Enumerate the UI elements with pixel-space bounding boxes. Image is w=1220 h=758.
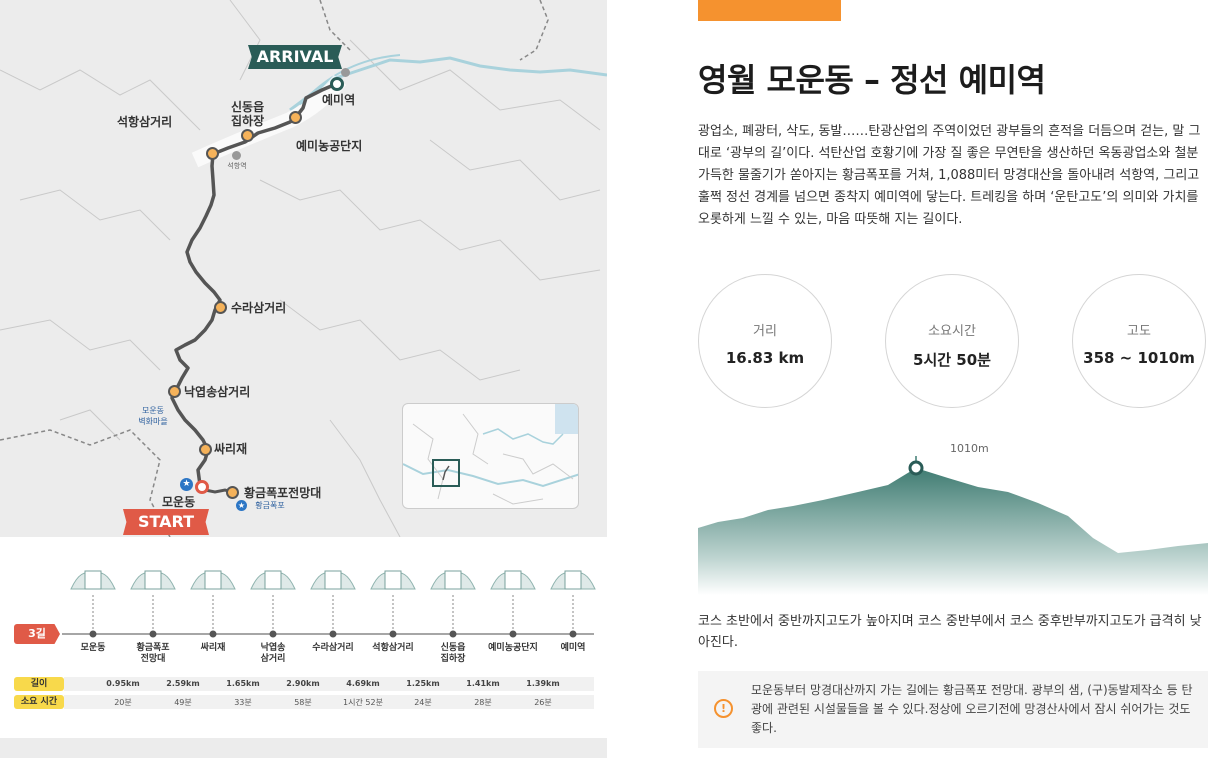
segment-time: 26분	[534, 698, 552, 707]
fall-label: 황금폭포	[255, 501, 285, 510]
waypoint-label-ssari: 싸리재	[214, 442, 248, 456]
waypoint-marker-sura[interactable]	[214, 301, 227, 314]
timeline-stop-dot	[269, 630, 277, 638]
waypoint-marker-seokhang[interactable]	[206, 147, 219, 160]
waypoint-marker-yemi[interactable]	[330, 77, 344, 91]
tip-text: 모운동부터 망경대산까지 가는 길에는 황금폭포 전망대. 광부의 샘, (구)…	[751, 683, 1193, 735]
station-icon	[232, 151, 241, 160]
timeline-stop-dot	[329, 630, 337, 638]
tip-box: ! 모운동부터 망경대산까지 가는 길에는 황금폭포 전망대. 광부의 샘, (…	[698, 671, 1208, 748]
stat-distance: 거리 16.83 km	[698, 274, 832, 408]
segment-distance: 1.39km	[526, 679, 560, 688]
elevation-chart	[698, 456, 1208, 595]
time-tag: 소요 시간	[14, 695, 64, 709]
segment-distance: 1.41km	[466, 679, 500, 688]
segment-time: 49분	[174, 698, 192, 707]
segment-distance: 1.65km	[226, 679, 260, 688]
waypoint-marker-moun[interactable]	[195, 480, 209, 494]
segment-time: 58분	[294, 698, 312, 707]
elevation-profile: 1010m	[698, 440, 1208, 595]
landmark-icon	[190, 570, 236, 590]
landmark-icon	[490, 570, 536, 590]
segment-distance: 2.90km	[286, 679, 320, 688]
waypoint-label-nakyeop: 낙엽송삼거리	[184, 385, 251, 399]
landmark-icon	[430, 570, 476, 590]
right-panel: 영월 모운동 – 정선 예미역 광업소, 폐광터, 삭도, 동발……탄광산업의 …	[643, 0, 1220, 758]
info-icon: !	[714, 699, 733, 718]
timeline-stop-dot	[449, 630, 457, 638]
left-panel: ★ ★ 예미역 예미농공단지 신동읍 집하장 석항삼거리 수라삼거리 낙엽송삼거…	[0, 0, 607, 758]
route-description: 광업소, 폐광터, 삭도, 동발……탄광산업의 주역이었던 광부들의 흔적을 더…	[698, 124, 1201, 227]
waypoint-marker-sindong[interactable]	[241, 129, 254, 142]
timeline-stop-label: 황금폭포 전망대	[136, 643, 170, 664]
segment-time: 33분	[234, 698, 252, 707]
waypoint-label-farm: 예미농공단지	[296, 139, 363, 153]
segment-distance: 2.59km	[166, 679, 200, 688]
timeline-stop-dot	[209, 630, 217, 638]
stat-distance-value: 16.83 km	[725, 349, 805, 367]
landmark-icon	[130, 570, 176, 590]
stat-altitude-label: 고도	[1127, 324, 1151, 339]
timeline-stop-dot	[509, 630, 517, 638]
star-icon: ★	[180, 478, 193, 491]
stat-duration-value: 5시간 50분	[913, 351, 991, 369]
stat-duration-label: 소요시간	[928, 324, 976, 339]
stat-altitude-value: 358 ~ 1010m	[1083, 349, 1195, 367]
segment-time: 20분	[114, 698, 132, 707]
inset-map[interactable]	[402, 403, 579, 509]
waypoint-label-yemi: 예미역	[322, 93, 356, 107]
timeline-stop-dot	[569, 630, 577, 638]
inset-map-canvas	[403, 404, 578, 505]
stat-duration: 소요시간 5시간 50분	[885, 274, 1019, 408]
timeline-stop-dot	[149, 630, 157, 638]
timeline-stop-label: 모운동	[80, 643, 106, 653]
station-icon	[341, 68, 350, 77]
timeline-stop-label: 예미역	[560, 643, 586, 653]
waypoint-label-sura: 수라삼거리	[231, 301, 287, 315]
timeline-stop-label: 수라삼거리	[312, 643, 354, 653]
waypoint-label-sindong: 신동읍 집하장	[231, 100, 265, 128]
stat-altitude: 고도 358 ~ 1010m	[1072, 274, 1206, 408]
landmark-icon	[370, 570, 416, 590]
waypoint-marker-hwanggeum[interactable]	[226, 486, 239, 499]
accent-bar	[698, 0, 841, 21]
waypoint-label-seokhang: 석항삼거리	[117, 115, 173, 129]
peak-elevation-label: 1010m	[950, 442, 989, 455]
segment-time: 1시간 52분	[343, 698, 383, 707]
landmark-icon	[70, 570, 116, 590]
timeline-stop-label: 예미농공단지	[488, 643, 538, 653]
timeline-stop-dot	[389, 630, 397, 638]
waypoint-marker-nakyeop[interactable]	[168, 385, 181, 398]
timeline-stop-label: 석항삼거리	[372, 643, 414, 653]
segment-distance: 0.95km	[106, 679, 140, 688]
segment-time: 24분	[414, 698, 432, 707]
landmark-icon	[310, 570, 356, 590]
waypoint-label-moun: 모운동	[162, 495, 196, 509]
page-title: 영월 모운동 – 정선 예미역	[698, 61, 1046, 99]
arrival-badge: ARRIVAL	[248, 45, 342, 69]
distance-tag: 길이	[14, 677, 64, 691]
timeline-stop-dot	[89, 630, 97, 638]
landmark-icon	[250, 570, 296, 590]
waypoint-label-hwanggeum: 황금폭포전망대	[244, 486, 322, 500]
route-number-tag: 3길	[14, 624, 60, 644]
segment-time: 28분	[474, 698, 492, 707]
route-timeline: 3길 모운동 황금폭포 전망대 싸리재 낙엽송 삼거리 수라삼거리 석항삼거리 신동읍 집하…	[0, 537, 607, 738]
timeline-stop-label: 신동읍 집하장	[440, 643, 466, 664]
station-label: 석항역	[227, 162, 247, 170]
waypoint-marker-farm[interactable]	[289, 111, 302, 124]
village-label: 모운동 벽화마을	[138, 406, 168, 426]
landmark-icon	[550, 570, 596, 590]
stat-distance-label: 거리	[753, 324, 777, 339]
star-icon: ★	[236, 500, 247, 511]
timeline-stop-label: 낙엽송 삼거리	[260, 643, 286, 664]
segment-distance: 4.69km	[346, 679, 380, 688]
waypoint-marker-ssari[interactable]	[199, 443, 212, 456]
route-map[interactable]: ★ ★ 예미역 예미농공단지 신동읍 집하장 석항삼거리 수라삼거리 낙엽송삼거…	[0, 0, 607, 537]
elevation-description: 코스 초반에서 중반까지고도가 높아지며 코스 중반부에서 코스 중후반부까지고…	[698, 614, 1202, 650]
timeline-stop-label: 싸리재	[200, 643, 226, 653]
start-badge: START	[123, 509, 209, 535]
segment-distance: 1.25km	[406, 679, 440, 688]
